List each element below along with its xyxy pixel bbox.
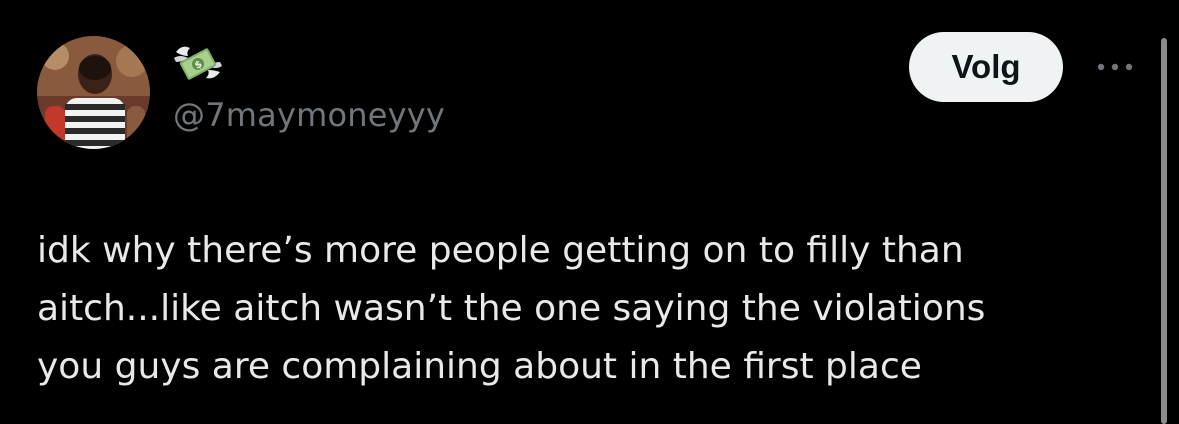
avatar[interactable] [37, 36, 150, 149]
more-dots-icon [1097, 63, 1133, 71]
author-handle[interactable]: @7maymoneyyy [173, 96, 445, 134]
tweet-text-line: you guys are complaining about in the fi… [37, 346, 922, 387]
money-with-wings-icon: $ [172, 42, 224, 88]
follow-button[interactable]: Volg [909, 32, 1063, 102]
scrollbar[interactable] [1161, 38, 1167, 424]
avatar-image [37, 36, 150, 149]
more-options-button[interactable] [1092, 52, 1138, 82]
tweet-card: $ @7maymoneyyy Volg idk why there’s more… [0, 0, 1179, 424]
tweet-text: idk why there’s more people getting on t… [37, 222, 1147, 396]
tweet-text-line: aitch...like aitch wasn’t the one saying… [37, 288, 986, 329]
tweet-text-line: idk why there’s more people getting on t… [37, 230, 964, 271]
display-name[interactable]: $ [172, 40, 224, 90]
